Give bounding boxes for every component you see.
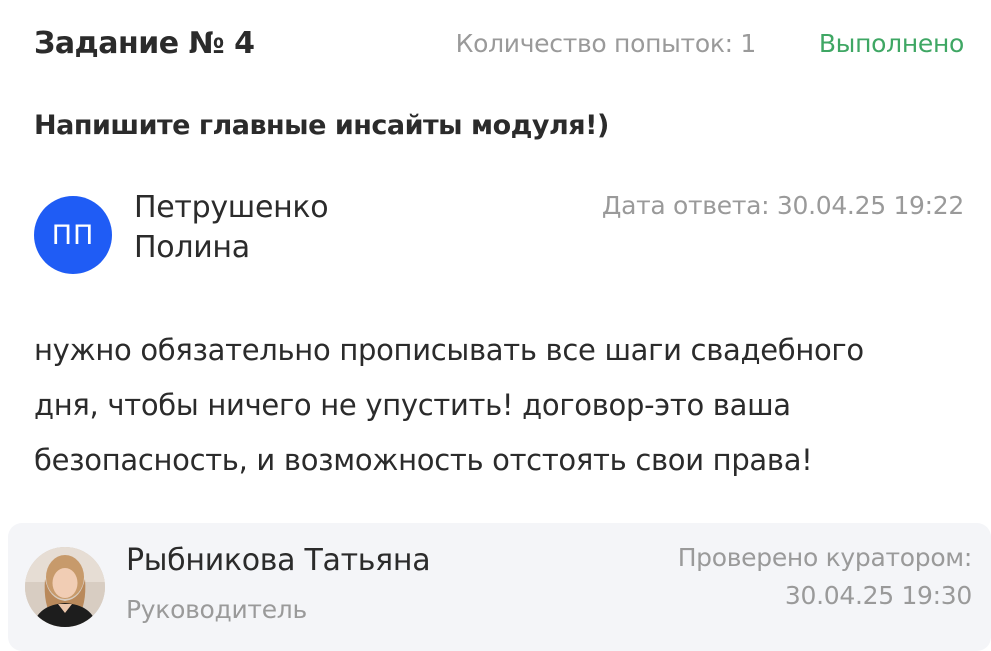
author-name-line1: Петрушенко (134, 190, 329, 225)
status-badge: Выполнено (818, 29, 964, 58)
answer-text-line: дня, чтобы ничего не упустить! договор-э… (34, 388, 791, 422)
author-name: Петрушенко Полина (134, 188, 329, 268)
question-text: Напишите главные инсайты модуля!) (34, 110, 609, 141)
curator-photo-icon (25, 547, 105, 627)
task-card: Задание № 4 Количество попыток: 1 Выполн… (0, 0, 991, 651)
task-title: Задание № 4 (34, 26, 255, 61)
curator-photo (25, 547, 105, 627)
answer-text-line: безопасность, и возможность отстоять сво… (34, 443, 813, 477)
answer-text: нужно обязательно прописывать все шаги с… (34, 323, 964, 488)
checked-label: Проверено куратором: (677, 543, 973, 572)
attempts-count: Количество попыток: 1 (455, 29, 757, 58)
curator-review: Рыбникова Татьяна Руководитель Проверено… (8, 523, 991, 651)
curator-name: Рыбникова Татьяна (126, 543, 431, 578)
checked-date: 30.04.25 19:30 (784, 581, 972, 610)
curator-role: Руководитель (126, 595, 307, 624)
task-header: Задание № 4 Количество попыток: 1 Выполн… (34, 26, 964, 70)
avatar: ПП (34, 196, 112, 274)
answer-text-line: нужно обязательно прописывать все шаги с… (34, 333, 864, 367)
answer-date: Дата ответа: 30.04.25 19:22 (601, 191, 964, 220)
author-name-line2: Полина (134, 230, 250, 265)
answer-author: ПП Петрушенко Полина Дата ответа: 30.04.… (34, 188, 964, 278)
